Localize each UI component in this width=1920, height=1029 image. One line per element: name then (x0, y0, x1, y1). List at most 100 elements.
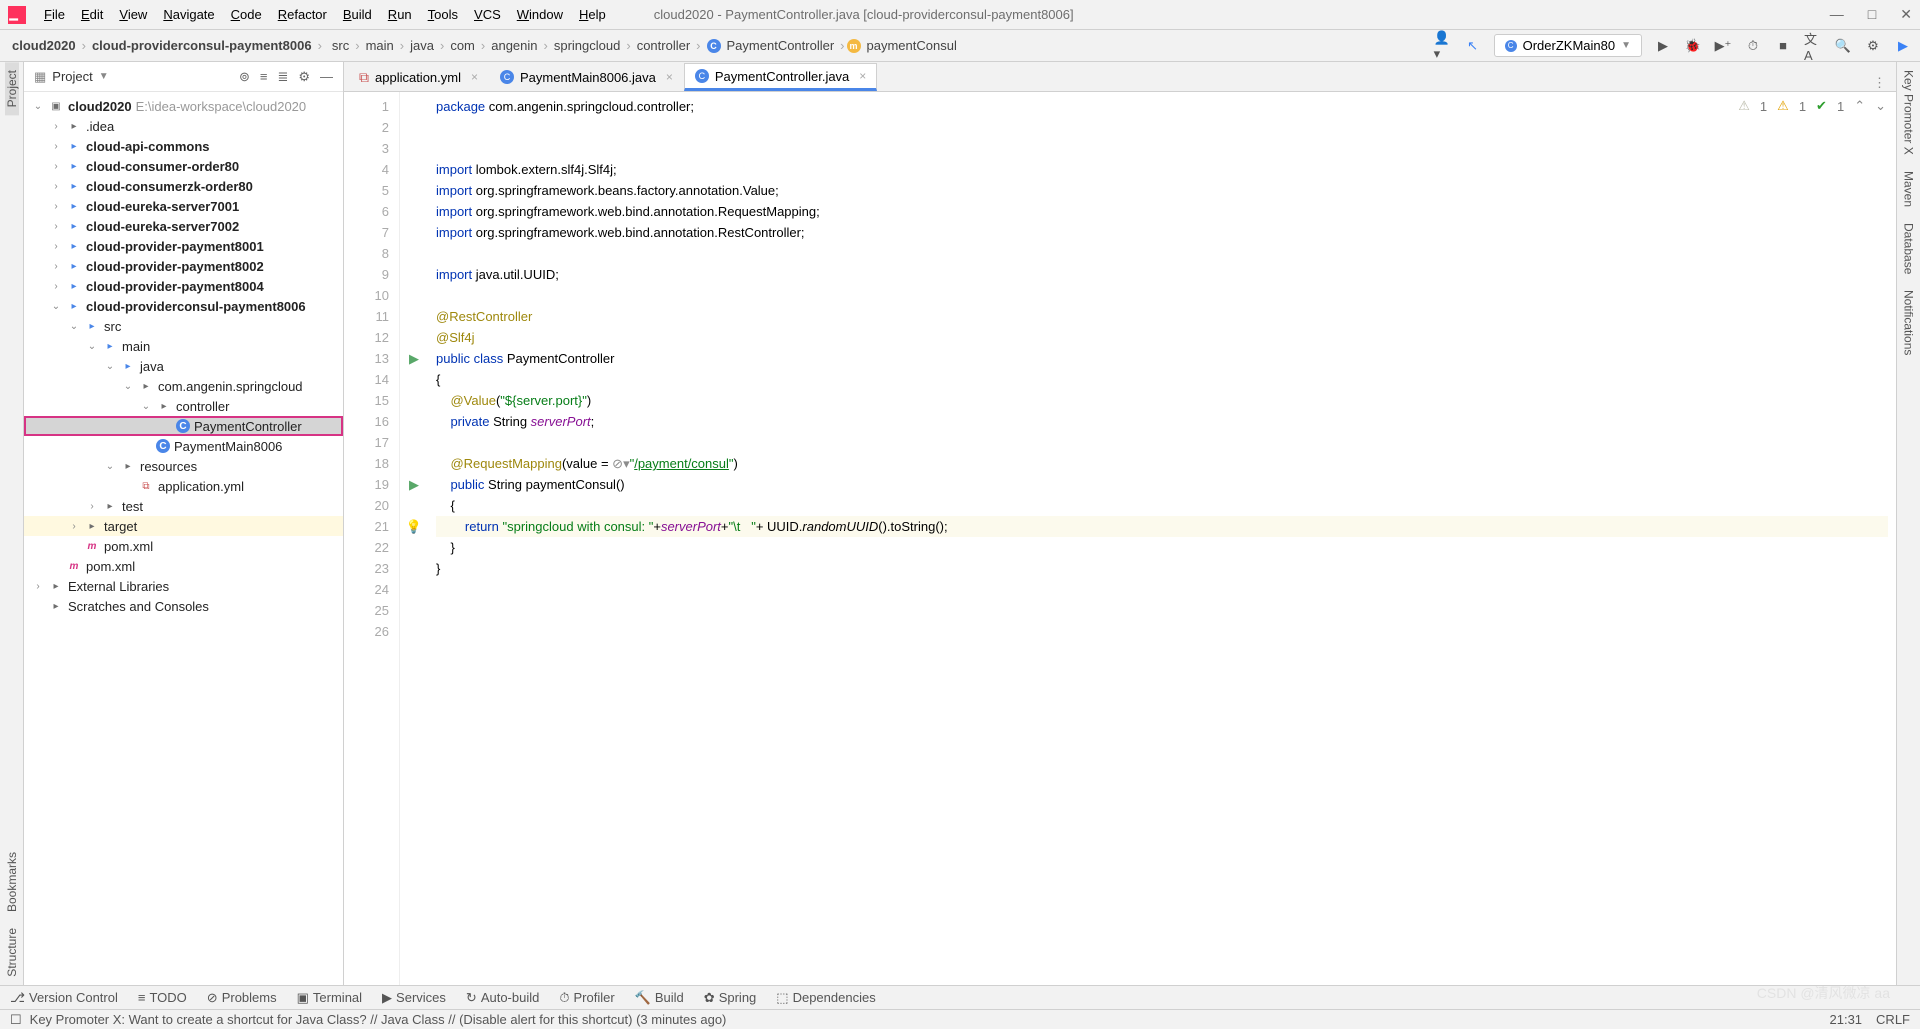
breadcrumb-segment[interactable]: main (362, 36, 398, 55)
editor-tab[interactable]: ⧉application.yml× (348, 63, 489, 91)
tool-version-control[interactable]: ⎇Version Control (10, 990, 118, 1006)
tree-item[interactable]: mpom.xml (24, 536, 343, 556)
tree-item[interactable]: mpom.xml (24, 556, 343, 576)
tree-item[interactable]: ▸test (24, 496, 343, 516)
stop-icon[interactable]: ■ (1774, 37, 1792, 55)
debug-icon[interactable]: 🐞 (1684, 37, 1702, 55)
tabs-more-icon[interactable]: ⋮ (1863, 75, 1896, 91)
tool-terminal[interactable]: ▣Terminal (297, 990, 362, 1006)
tool-spring[interactable]: ✿Spring (704, 990, 756, 1006)
tab-close-icon[interactable]: × (666, 70, 673, 84)
tree-item[interactable]: ▸cloud-eureka-server7001 (24, 196, 343, 216)
tool-key-promoter[interactable]: Key Promoter X (1902, 62, 1916, 163)
tool-build[interactable]: 🔨Build (635, 990, 684, 1006)
tool-structure[interactable]: Structure (5, 920, 19, 985)
menu-view[interactable]: View (111, 5, 155, 24)
minimize-icon[interactable]: — (1830, 6, 1844, 23)
menu-run[interactable]: Run (380, 5, 420, 24)
hide-icon[interactable]: — (320, 69, 333, 85)
menu-window[interactable]: Window (509, 5, 571, 24)
code-content[interactable]: package com.angenin.springcloud.controll… (428, 92, 1896, 985)
tool-profiler[interactable]: ⏱Profiler (559, 990, 614, 1006)
collapse-icon[interactable]: ≣ (277, 69, 288, 85)
menu-file[interactable]: File (36, 5, 73, 24)
user-icon[interactable]: 👤▾ (1434, 37, 1452, 55)
tree-item[interactable]: ▸cloud-provider-payment8004 (24, 276, 343, 296)
menu-refactor[interactable]: Refactor (270, 5, 335, 24)
tree-item[interactable]: ▸cloud-api-commons (24, 136, 343, 156)
menu-code[interactable]: Code (223, 5, 270, 24)
tool-database[interactable]: Database (1902, 215, 1916, 282)
tool-project[interactable]: Project (5, 62, 19, 115)
project-tree[interactable]: ▣ cloud2020 E:\idea-workspace\cloud2020 … (24, 92, 343, 985)
tool-notifications[interactable]: Notifications (1902, 282, 1916, 363)
ai-icon[interactable]: ▶ (1894, 37, 1912, 55)
profile-icon[interactable]: ⏱ (1744, 37, 1762, 55)
gear-icon[interactable]: ⚙ (298, 69, 310, 85)
close-icon[interactable]: ✕ (1900, 6, 1912, 23)
coverage-icon[interactable]: ▶⁺ (1714, 37, 1732, 55)
tree-item[interactable]: ▸cloud-consumer-order80 (24, 156, 343, 176)
run-config-selector[interactable]: C OrderZKMain80 ▼ (1494, 34, 1642, 57)
tab-close-icon[interactable]: × (859, 69, 866, 83)
tree-item[interactable]: ▸java (24, 356, 343, 376)
back-icon[interactable]: ↖ (1464, 37, 1482, 55)
chevron-down-icon[interactable]: ▼ (99, 71, 109, 82)
tree-item[interactable]: ▸target (24, 516, 343, 536)
tool-dependencies[interactable]: ⬚Dependencies (776, 990, 875, 1006)
breadcrumb-segment[interactable]: springcloud (550, 36, 625, 55)
tree-item[interactable]: ▸cloud-providerconsul-payment8006 (24, 296, 343, 316)
menu-build[interactable]: Build (335, 5, 380, 24)
tree-item[interactable]: CPaymentMain8006 (24, 436, 343, 456)
tree-item[interactable]: ▸Scratches and Consoles (24, 596, 343, 616)
breadcrumb-segment[interactable]: controller (633, 36, 694, 55)
tool-maven[interactable]: Maven (1902, 163, 1916, 215)
menu-edit[interactable]: Edit (73, 5, 111, 24)
search-icon[interactable]: 🔍 (1834, 37, 1852, 55)
tree-item[interactable]: ⧉application.yml (24, 476, 343, 496)
menu-tools[interactable]: Tools (420, 5, 466, 24)
tree-item[interactable]: ▸controller (24, 396, 343, 416)
sidebar-label[interactable]: Project (52, 69, 92, 84)
menu-vcs[interactable]: VCS (466, 5, 509, 24)
tree-item[interactable]: ▸resources (24, 456, 343, 476)
breadcrumb-segment[interactable]: com (446, 36, 479, 55)
run-icon[interactable]: ▶ (1654, 37, 1672, 55)
tool-problems[interactable]: ⊘Problems (207, 990, 277, 1006)
tab-close-icon[interactable]: × (471, 70, 478, 84)
menu-help[interactable]: Help (571, 5, 614, 24)
editor-tab[interactable]: CPaymentMain8006.java× (489, 63, 684, 91)
tree-item[interactable]: ▸cloud-eureka-server7002 (24, 216, 343, 236)
breadcrumb-segment[interactable]: src (328, 36, 353, 55)
tree-item[interactable]: ▸src (24, 316, 343, 336)
locate-icon[interactable]: ⊚ (239, 69, 250, 85)
cursor-position[interactable]: 21:31 (1830, 1012, 1863, 1027)
tree-item[interactable]: ▸main (24, 336, 343, 356)
tree-item[interactable]: ▸cloud-provider-payment8001 (24, 236, 343, 256)
breadcrumb-method[interactable]: paymentConsul (863, 36, 961, 55)
expand-icon[interactable]: ≡ (260, 69, 268, 85)
breadcrumbs[interactable]: cloud2020› cloud-providerconsul-payment8… (8, 36, 961, 55)
breadcrumb-segment[interactable]: angenin (487, 36, 541, 55)
tool-auto-build[interactable]: ↻Auto-build (466, 990, 539, 1006)
maximize-icon[interactable]: □ (1868, 6, 1876, 23)
tree-item[interactable]: ▸com.angenin.springcloud (24, 376, 343, 396)
tree-item[interactable]: ▸External Libraries (24, 576, 343, 596)
editor-tab[interactable]: CPaymentController.java× (684, 63, 877, 91)
tree-item[interactable]: ▸.idea (24, 116, 343, 136)
line-separator[interactable]: CRLF (1876, 1012, 1910, 1027)
inspection-widget[interactable]: ⚠1 ⚠1 ✔1 ⌃⌄ (1738, 98, 1886, 114)
breadcrumb-module[interactable]: cloud-providerconsul-payment8006 (88, 36, 316, 55)
tool-todo[interactable]: ≡TODO (138, 990, 187, 1006)
menu-navigate[interactable]: Navigate (155, 5, 222, 24)
settings-icon[interactable]: ⚙ (1864, 37, 1882, 55)
breadcrumb-class[interactable]: PaymentController (723, 36, 839, 55)
tree-root[interactable]: ▣ cloud2020 E:\idea-workspace\cloud2020 (24, 96, 343, 116)
tree-item[interactable]: ▸cloud-consumerzk-order80 (24, 176, 343, 196)
tool-bookmarks[interactable]: Bookmarks (5, 844, 19, 920)
tree-item[interactable]: ▸cloud-provider-payment8002 (24, 256, 343, 276)
tree-item[interactable]: CPaymentController (24, 416, 343, 436)
translate-icon[interactable]: 文A (1804, 37, 1822, 55)
breadcrumb-root[interactable]: cloud2020 (8, 36, 80, 55)
tool-services[interactable]: ▶Services (382, 990, 446, 1006)
